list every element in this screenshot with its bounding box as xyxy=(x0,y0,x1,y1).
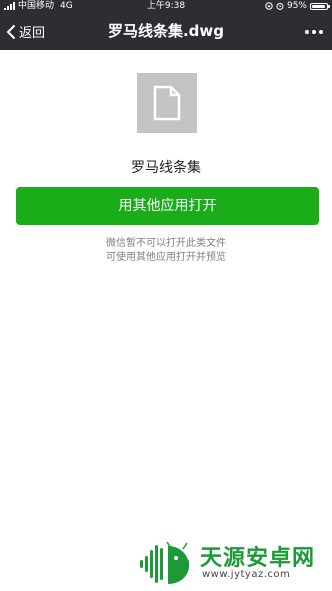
watermark: 天源安卓网 www.jytyaz.com xyxy=(140,538,330,588)
status-bar: 中国移动 4G 上午9:38 95% xyxy=(0,0,332,12)
top-bar: 中国移动 4G 上午9:38 95% 返回 罗马线条集.dwg xyxy=(0,0,332,50)
status-right: 95% xyxy=(265,0,330,12)
watermark-name: 天源安卓网 xyxy=(200,546,316,571)
android-logo-icon xyxy=(140,541,189,584)
battery-percent: 95% xyxy=(286,1,307,11)
watermark-url: www.jytyaz.com xyxy=(202,569,291,580)
chevron-left-icon xyxy=(6,24,16,39)
nav-bar: 返回 罗马线条集.dwg xyxy=(0,13,332,50)
page-title: 罗马线条集.dwg xyxy=(107,22,225,40)
orientation-lock-icon xyxy=(265,2,273,10)
back-label: 返回 xyxy=(19,26,46,41)
file-name: 罗马线条集 xyxy=(131,160,201,176)
notice-line-2: 可使用其他应用打开并预览 xyxy=(106,252,226,263)
more-dots-icon[interactable] xyxy=(302,13,326,50)
battery-icon xyxy=(310,2,330,10)
file-thumbnail xyxy=(137,73,197,133)
back-button[interactable]: 返回 xyxy=(6,13,45,50)
notice-line-1: 微信暂不可以打开此类文件 xyxy=(106,238,226,249)
unsupported-file-notice: 微信暂不可以打开此类文件 可使用其他应用打开并预览 xyxy=(0,237,332,265)
alarm-icon xyxy=(276,2,284,10)
open-with-other-app-button[interactable]: 用其他应用打开 xyxy=(16,187,319,225)
document-icon xyxy=(153,85,181,121)
